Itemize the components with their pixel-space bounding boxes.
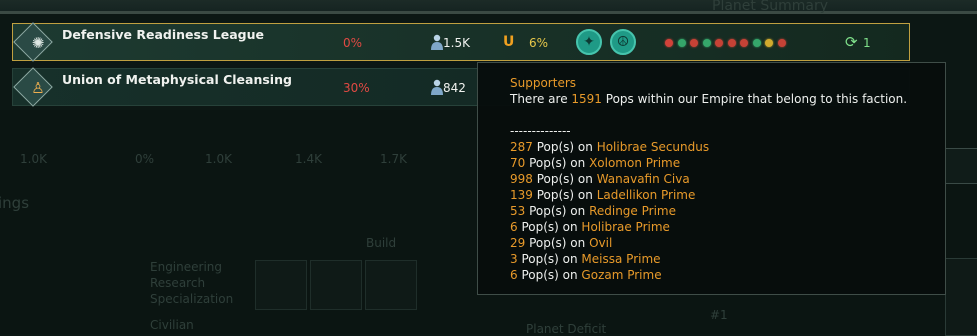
research-label: Research [150,276,206,290]
engineering-label: Engineering [150,260,222,274]
planet-summary-ghost-title: Planet Summary [712,0,828,14]
planet-name: Gozam Prime [581,268,662,282]
planet-name: Meissa Prime [581,252,661,266]
pop-label: Pop(s) on [517,252,582,266]
pop-count: 139 [510,188,533,202]
pop-count: 287 [510,140,533,154]
ghost-value-3: 1.0K [205,152,232,166]
pacifist-icon[interactable]: ☮ [610,29,636,55]
population-value: 1.5K [443,36,470,50]
pop-label: Pop(s) on [532,140,597,154]
pop-count: 70 [510,156,526,170]
tooltip-separator: -------------- [510,124,571,138]
tooltip-intro: There are 1591 Pops within our Empire th… [510,92,908,106]
planet-name: Holibrae Secundus [596,140,710,154]
demand-dot[interactable] [665,39,673,47]
planet-name: Ladellikon Prime [596,188,696,202]
population-icon [431,79,443,95]
tooltip-title: Supporters [510,76,577,90]
pop-label: Pop(s) on [525,236,590,250]
demand-dot[interactable] [677,39,686,47]
slot-panel-3 [365,260,417,310]
influence-icon: U [503,34,515,50]
demand-dot[interactable] [715,39,723,47]
pop-label: Pop(s) on [532,188,597,202]
pop-count: 53 [510,204,526,218]
supporters-count: 1591 [571,92,602,106]
slot-panel-2 [310,260,362,310]
pop-label: Pop(s) on [517,220,582,234]
cycle-icon: ⟳ [845,33,858,51]
slot-panel-1 [255,260,307,310]
section-heading: ings [0,194,30,212]
pop-count: 29 [510,236,526,250]
demand-dot[interactable] [765,39,773,47]
approval-value: 0% [343,36,363,50]
planet-name: Ovil [589,236,613,250]
ghost-value-4: 1.4K [295,152,322,166]
demand-dot[interactable] [777,39,786,47]
pop-label: Pop(s) on [532,172,597,186]
ghost-value-5: 1.7K [380,152,407,166]
pop-label: Pop(s) on [525,156,590,170]
ghost-value-1: 1.0K [20,152,47,166]
demand-dot[interactable] [702,39,711,47]
planet-pop-entry: 139 Pop(s) on Ladellikon Prime [510,188,695,202]
pop-label: Pop(s) on [517,268,582,282]
planet-name: Holibrae Prime [581,220,670,234]
demand-dot[interactable] [690,39,698,47]
planet-name: Redinge Prime [589,204,676,218]
influence-value: 6% [529,36,549,50]
civilian-label: Civilian [150,318,194,332]
pop-count: 6 [510,220,518,234]
pop-label: Pop(s) on [525,204,590,218]
planet-name: Wanavafin Civa [596,172,690,186]
planet-pop-entry: 3 Pop(s) on Meissa Prime [510,252,661,266]
planet-pop-entry: 6 Pop(s) on Gozam Prime [510,268,662,282]
pop-count: 3 [510,252,518,266]
planet-pop-entry: 998 Pop(s) on Wanavafin Civa [510,172,690,186]
build-button-ghost: Build [366,236,397,250]
faction-row-defensive-readiness-league[interactable]: ✺ Defensive Readiness League 0% 1.5K U 6… [12,22,910,62]
planet-pop-entry: 29 Pop(s) on Ovil [510,236,612,250]
planet-pop-entry: 70 Pop(s) on Xolomon Prime [510,156,680,170]
population-value: 842 [443,81,466,95]
demand-dot[interactable] [727,39,736,47]
meditating-figure-icon: ♙ [31,79,45,97]
population-icon [431,34,443,50]
planet-pop-entry: 53 Pop(s) on Redinge Prime [510,204,676,218]
pop-count: 6 [510,268,518,282]
demand-dot[interactable] [752,39,761,47]
planet-pop-entry: 287 Pop(s) on Holibrae Secundus [510,140,709,154]
planet-pop-entry: 6 Pop(s) on Holibrae Prime [510,220,670,234]
ghost-value-2: 0% [135,152,155,166]
side-panel-tab[interactable] [945,148,977,184]
rank-marker: #1 [710,308,728,322]
top-background-strip [0,0,977,14]
approval-value: 30% [343,81,370,95]
planet-name: Xolomon Prime [589,156,681,170]
militarist-icon[interactable]: ✦ [576,29,602,55]
supporters-tooltip: Supporters There are 1591 Pops within ou… [477,62,946,295]
side-panel-lower [945,258,977,336]
faction-name: Union of Metaphysical Cleansing [62,72,292,87]
faction-name: Defensive Readiness League [62,27,264,42]
supporters-change-value: 1 [863,36,871,50]
squid-emblem-icon: ✺ [31,34,45,52]
demand-dot[interactable] [740,39,748,47]
pop-count: 998 [510,172,533,186]
specialization-label: Specialization [150,292,234,306]
